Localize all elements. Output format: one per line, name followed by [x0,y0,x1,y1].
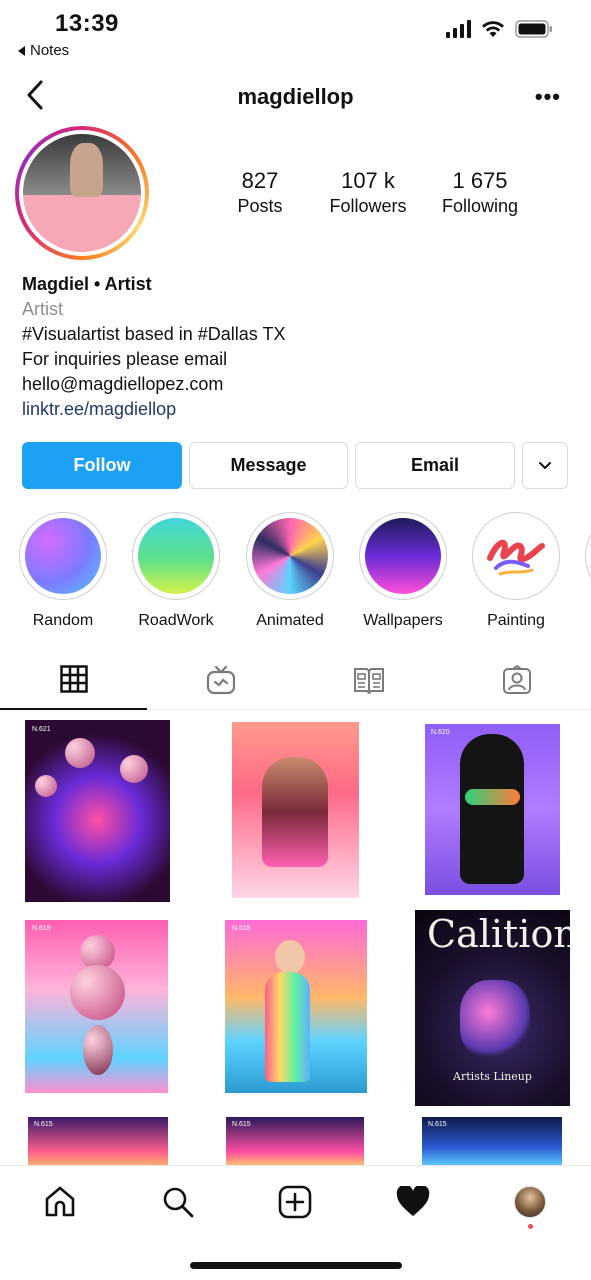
stat-following-label: Following [441,196,519,216]
bio-line: #Visualartist based in #Dallas TX [22,324,286,344]
nav-profile[interactable] [510,1182,550,1229]
profile-avatar[interactable] [15,126,149,260]
back-to-app-link[interactable]: Notes [18,42,69,59]
nav-new-post[interactable] [275,1182,315,1222]
nav-activity[interactable] [393,1182,433,1222]
tagged-icon [502,665,531,694]
profile-bio: Magdiel • Artist Artist #Visualartist ba… [22,272,562,422]
post-thumbnail[interactable]: N.621 [25,720,170,902]
highlight-label: Random [32,612,94,629]
post-tag: N.619 [32,925,51,932]
igtv-icon [206,665,235,695]
home-icon [45,1186,75,1217]
activity-heart-icon [396,1186,430,1216]
highlight-animated[interactable]: Animated [245,512,335,630]
status-time: 13:39 [55,10,119,37]
tab-tagged[interactable] [443,650,590,710]
highlight-wallpapers[interactable]: Wallpapers [358,512,448,630]
grid-icon [59,665,88,693]
profile-display-name: Magdiel • Artist [22,274,152,294]
highlight-label: Animated [256,612,324,629]
post-tag: N.618 [232,925,251,932]
profile-category: Artist [22,299,64,319]
highlight-roadwork[interactable]: RoadWork [131,512,221,630]
highlight-painting[interactable]: Painting [471,512,561,630]
stat-followers-value: 107 k [341,168,395,193]
post-tag: N.615 [232,1121,251,1128]
post-tag: N.621 [32,726,51,733]
bio-line: For inquiries please email [22,349,228,369]
status-icons [446,20,553,38]
post-tag: N.615 [34,1121,53,1128]
profile-username: magdiellop [237,84,354,109]
post-thumbnail[interactable]: N.618 [225,920,367,1093]
post-thumbnail[interactable]: N.619 [25,920,168,1093]
status-bar: 13:39 Notes [0,0,591,64]
stat-posts-value: 827 [241,168,279,193]
stat-following[interactable]: 1 675 Following [425,168,535,217]
bio-link[interactable]: linktr.ee/magdiellop [22,397,562,422]
chevron-down-icon [539,461,551,469]
stat-followers[interactable]: 107 k Followers [313,168,423,217]
stat-following-value: 1 675 [452,168,508,193]
post-thumbnail[interactable]: N.615 [28,1117,168,1167]
highlight-random[interactable]: Random [18,512,108,630]
tab-grid[interactable] [0,650,147,710]
tab-igtv[interactable] [147,650,294,710]
more-horizontal-icon[interactable]: ••• [535,84,561,110]
stat-posts[interactable]: 827 Posts [210,168,310,217]
cellular-signal-icon [446,20,471,38]
message-button[interactable]: Message [189,442,348,489]
profile-stats: 827 Posts 107 k Followers 1 675 Followin… [215,168,535,228]
avatar-image [23,134,141,252]
post-subtitle: Artists Lineup [453,1070,532,1083]
guide-icon [353,668,384,694]
search-icon [163,1187,194,1218]
battery-icon [515,20,552,38]
post-tag: N.620 [431,729,450,736]
post-thumbnail[interactable]: Calition Artists Lineup [415,910,570,1106]
profile-avatar-icon [514,1186,546,1218]
post-thumbnail[interactable] [232,722,359,898]
wifi-icon [482,21,504,37]
email-button[interactable]: Email [355,442,515,489]
back-triangle-icon [18,45,25,56]
nav-home[interactable] [40,1182,80,1222]
profile-header: magdiellop ••• [0,70,591,120]
highlight-partial[interactable] [584,512,591,600]
home-indicator [190,1262,402,1269]
follow-button[interactable]: Follow [22,442,182,489]
highlight-label: RoadWork [138,612,214,629]
posts-grid: N.621 N.620 N.619 N.618 Calition Artists… [0,712,591,1167]
tab-guides[interactable] [295,650,442,710]
back-app-label: Notes [30,42,70,59]
post-thumbnail[interactable]: N.620 [425,724,560,895]
highlight-label: Painting [487,612,545,629]
nav-search[interactable] [158,1182,198,1222]
post-thumbnail[interactable]: N.615 [422,1117,562,1167]
stat-followers-label: Followers [329,196,407,216]
paint-stroke-icon [487,540,545,576]
new-post-icon [278,1185,312,1219]
bio-email: hello@magdiellopez.com [22,374,224,394]
post-thumbnail[interactable]: N.615 [226,1117,364,1167]
profile-tabs [0,650,591,710]
story-highlights: Random RoadWork Animated Wallpapers Pain… [0,512,591,632]
notification-dot [528,1224,533,1229]
profile-actions: Follow Message Email [22,442,568,490]
post-title: Calition [427,912,570,956]
highlight-label: Wallpapers [363,612,443,629]
suggested-dropdown-button[interactable] [522,442,568,489]
post-tag: N.615 [428,1121,447,1128]
stat-posts-label: Posts [237,196,283,216]
